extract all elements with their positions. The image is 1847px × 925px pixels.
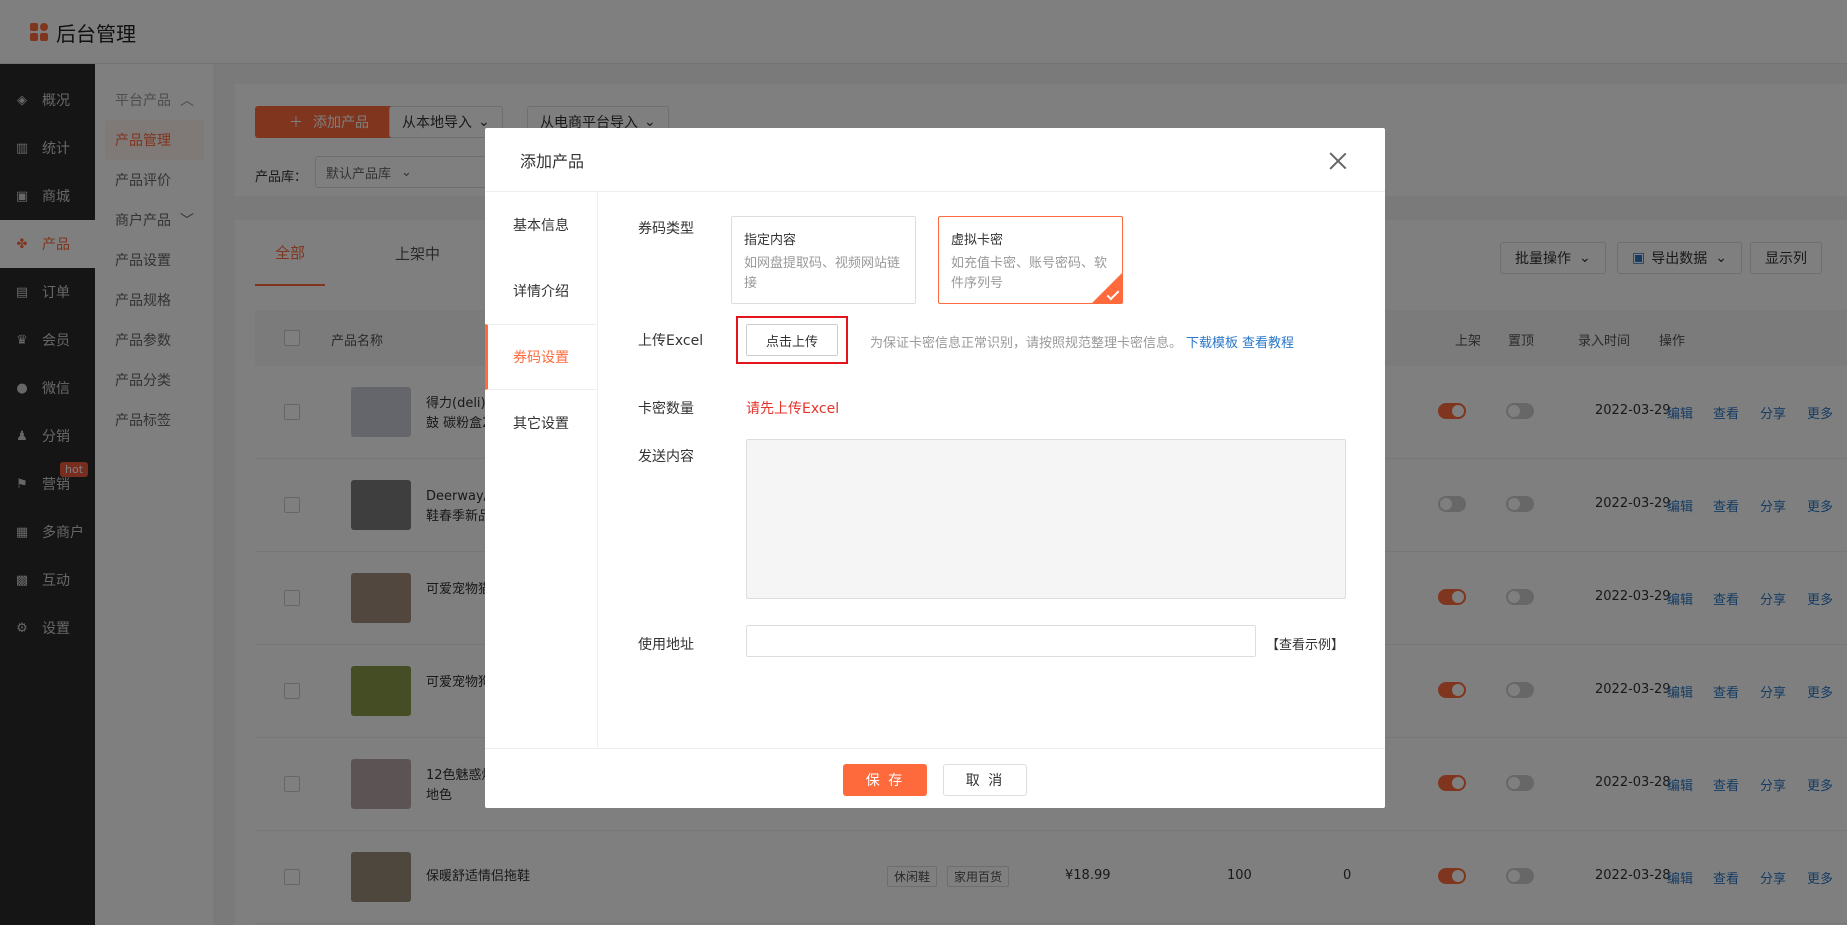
cancel-button[interactable]: 取 消 — [943, 764, 1027, 796]
option-desc: 如网盘提取码、视频网站链接 — [744, 256, 901, 291]
card-count-warning: 请先上传Excel — [746, 401, 840, 417]
dialog-header: 添加产品 — [485, 128, 1385, 192]
option-specified-content[interactable]: 指定内容 如网盘提取码、视频网站链接 — [731, 216, 916, 304]
option-virtual-card[interactable]: 虚拟卡密 如充值卡密、账号密码、软件序列号 — [938, 216, 1123, 304]
close-icon[interactable] — [1329, 152, 1347, 170]
view-tutorial-link[interactable]: 查看教程 — [1242, 336, 1294, 351]
upload-excel-label: 上传Excel — [638, 333, 704, 349]
coupon-settings-form: 券码类型 指定内容 如网盘提取码、视频网站链接 虚拟卡密 如充值卡密、账号密码、… — [598, 192, 1385, 748]
use-address-input[interactable] — [746, 625, 1256, 657]
tab-coupon-settings[interactable]: 券码设置 — [485, 324, 597, 390]
dialog-footer: 保 存 取 消 — [485, 748, 1385, 808]
send-content-textarea[interactable] — [746, 439, 1346, 599]
option-title: 指定内容 — [744, 233, 797, 248]
card-count-label: 卡密数量 — [638, 401, 694, 417]
download-template-link[interactable]: 下载模板 — [1186, 336, 1238, 351]
tab-detail-intro[interactable]: 详情介绍 — [485, 258, 597, 324]
send-content-label: 发送内容 — [638, 449, 694, 465]
dialog-side-tabs: 基本信息 详情介绍 券码设置 其它设置 — [485, 192, 598, 748]
option-title: 虚拟卡密 — [951, 233, 1004, 248]
view-example-link[interactable]: 【查看示例】 — [1266, 634, 1344, 653]
dialog-title: 添加产品 — [520, 151, 585, 171]
save-button[interactable]: 保 存 — [843, 764, 927, 796]
tab-other-settings[interactable]: 其它设置 — [485, 390, 597, 456]
upload-hint: 为保证卡密信息正常识别，请按照规范整理卡密信息。 下载模板 查看教程 — [870, 336, 1295, 351]
add-product-dialog: 添加产品 基本信息 详情介绍 券码设置 其它设置 券码类型 指定内容 如网盘提取… — [485, 128, 1385, 808]
tab-basic-info[interactable]: 基本信息 — [485, 192, 597, 258]
use-address-label: 使用地址 — [638, 637, 694, 653]
option-desc: 如充值卡密、账号密码、软件序列号 — [951, 256, 1108, 291]
selected-corner — [1092, 273, 1122, 303]
coupon-type-label: 券码类型 — [638, 221, 694, 237]
upload-button[interactable]: 点击上传 — [746, 324, 838, 356]
